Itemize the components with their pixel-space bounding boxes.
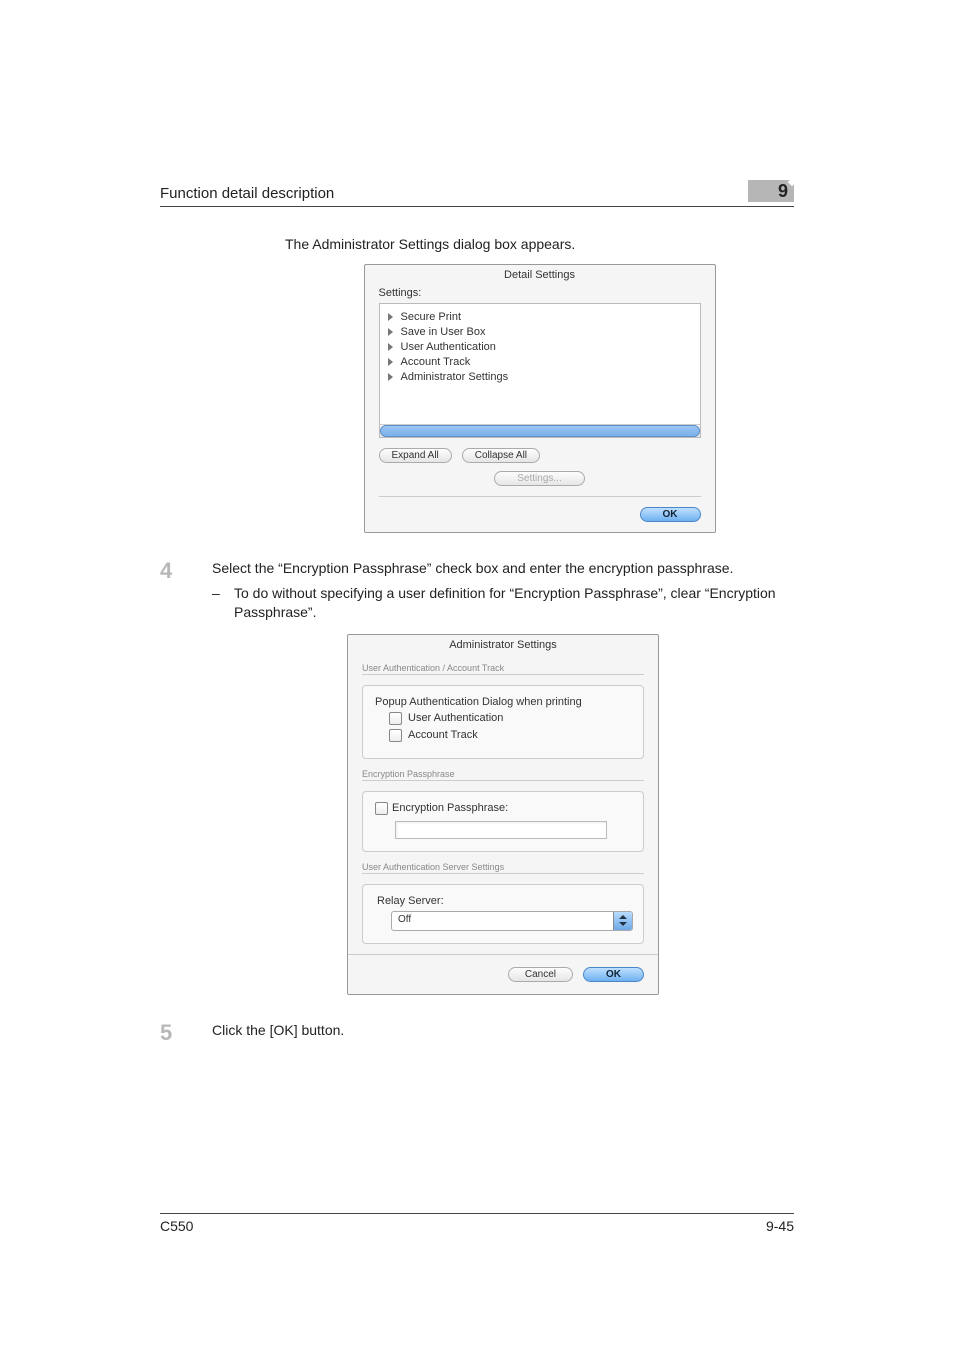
tree-item-label: Secure Print (401, 310, 462, 325)
disclosure-triangle-icon (388, 373, 393, 381)
page-header: Function detail description 9 (160, 180, 794, 207)
settings-label: Settings: (379, 287, 701, 299)
encryption-section: Encryption Passphrase: (362, 791, 644, 852)
checkbox-label: User Authentication (408, 712, 503, 724)
ok-button[interactable]: OK (583, 967, 644, 982)
settings-button[interactable]: Settings... (494, 471, 584, 486)
step-5: 5 Click the [OK] button. (160, 1021, 794, 1045)
section-header: User Authentication / Account Track (362, 663, 644, 675)
dialog-title: Administrator Settings (348, 635, 658, 657)
relay-server-label: Relay Server: (377, 895, 631, 907)
section-header: Encryption Passphrase (362, 769, 644, 781)
step-number: 5 (160, 1021, 212, 1045)
tree-item-label: Account Track (401, 355, 471, 370)
settings-tree[interactable]: Secure Print Save in User Box User Authe… (379, 303, 701, 438)
encryption-passphrase-checkbox[interactable]: Encryption Passphrase: (375, 802, 631, 815)
footer-page: 9-45 (766, 1218, 794, 1234)
server-section: Relay Server: Off (362, 884, 644, 944)
tree-item[interactable]: User Authentication (388, 340, 692, 355)
expand-all-button[interactable]: Expand All (379, 448, 452, 463)
tree-item[interactable]: Account Track (388, 355, 692, 370)
section-header: User Authentication Server Settings (362, 862, 644, 874)
section-title: Function detail description (160, 185, 748, 202)
page-footer: C550 9-45 (160, 1213, 794, 1234)
step-text: Click the [OK] button. (212, 1021, 794, 1045)
encryption-passphrase-input[interactable] (395, 821, 607, 839)
checkbox-icon (389, 712, 402, 725)
step-subitem: – To do without specifying a user defini… (212, 584, 794, 622)
ok-button[interactable]: OK (640, 507, 701, 522)
tree-item[interactable]: Secure Print (388, 310, 692, 325)
relay-server-select[interactable]: Off (391, 911, 633, 931)
step-text: Select the “Encryption Passphrase” check… (212, 559, 794, 578)
step-number: 4 (160, 559, 212, 622)
horizontal-scrollbar[interactable] (380, 424, 700, 437)
tree-item-label: Save in User Box (401, 325, 486, 340)
step-subtext: To do without specifying a user definiti… (234, 584, 794, 622)
tree-item-label: User Authentication (401, 340, 496, 355)
account-track-checkbox[interactable]: Account Track (389, 729, 631, 742)
administrator-settings-dialog: Administrator Settings User Authenticati… (347, 634, 659, 995)
dialog-title: Detail Settings (365, 265, 715, 287)
intro-text: The Administrator Settings dialog box ap… (285, 235, 794, 254)
user-authentication-checkbox[interactable]: User Authentication (389, 712, 631, 725)
cancel-button[interactable]: Cancel (508, 967, 573, 982)
disclosure-triangle-icon (388, 343, 393, 351)
checkbox-icon (389, 729, 402, 742)
checkbox-icon (375, 802, 388, 815)
tree-item[interactable]: Administrator Settings (388, 370, 692, 385)
detail-settings-dialog: Detail Settings Settings: Secure Print S… (364, 264, 716, 533)
tree-item-label: Administrator Settings (401, 370, 509, 385)
dash-icon: – (212, 584, 234, 622)
step-4: 4 Select the “Encryption Passphrase” che… (160, 559, 794, 622)
auth-section: Popup Authentication Dialog when printin… (362, 685, 644, 759)
checkbox-label: Account Track (408, 729, 478, 741)
checkbox-label: Encryption Passphrase: (392, 802, 508, 814)
popup-auth-label: Popup Authentication Dialog when printin… (375, 696, 631, 708)
footer-model: C550 (160, 1218, 193, 1234)
collapse-all-button[interactable]: Collapse All (462, 448, 540, 463)
disclosure-triangle-icon (388, 328, 393, 336)
disclosure-triangle-icon (388, 313, 393, 321)
disclosure-triangle-icon (388, 358, 393, 366)
select-stepper-icon (613, 912, 632, 930)
chapter-badge: 9 (748, 180, 794, 202)
tree-item[interactable]: Save in User Box (388, 325, 692, 340)
scrollbar-thumb[interactable] (380, 425, 700, 437)
select-value: Off (392, 912, 613, 930)
